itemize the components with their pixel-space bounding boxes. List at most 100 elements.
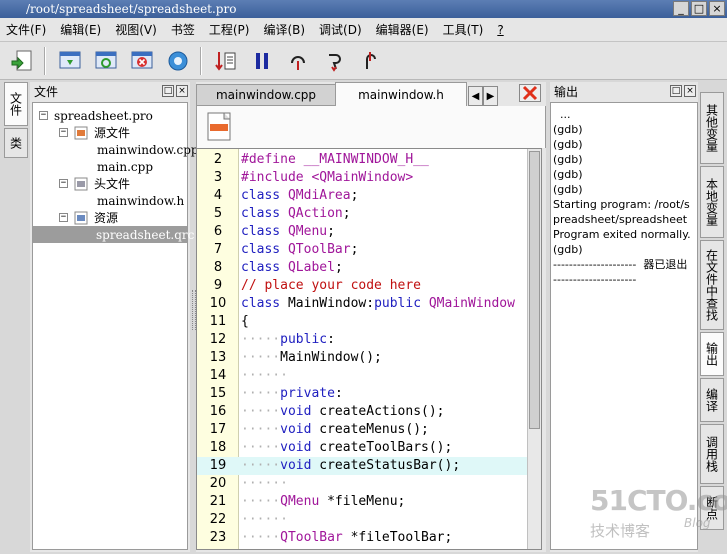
menu-file[interactable]: 文件(F) [6, 21, 46, 38]
reload-button[interactable] [90, 46, 122, 76]
maximize-button[interactable]: □ [691, 1, 707, 16]
collapse-toggle[interactable]: − [39, 111, 48, 120]
collapse-toggle[interactable]: − [59, 213, 68, 222]
code-line[interactable]: 19 ·····void createStatusBar(); [197, 457, 527, 475]
code-line[interactable]: 23 ·····QToolBar *fileToolBar; [197, 529, 527, 547]
code-line[interactable]: 10 class MainWindow:public QMainWindow [197, 295, 527, 313]
code-line[interactable]: 7 class QToolBar; [197, 241, 527, 259]
new-project-button[interactable] [6, 46, 38, 76]
float-panel-button[interactable]: □ [162, 85, 174, 97]
code-line[interactable]: 14 ······ [197, 367, 527, 385]
tab-classes[interactable]: 类 [4, 128, 28, 158]
configure-button[interactable] [162, 46, 194, 76]
code-line[interactable]: 20 ······ [197, 475, 527, 493]
code-token: QMenu [287, 224, 328, 239]
close-project-button[interactable] [126, 46, 158, 76]
menu-debug[interactable]: 调试(D) [319, 21, 362, 38]
tree-item-label: 源文件 [94, 126, 131, 140]
code-line[interactable]: 5 class QAction; [197, 205, 527, 223]
code-line[interactable]: 4 class QMdiArea; [197, 187, 527, 205]
menu-tools[interactable]: 工具(T) [443, 21, 484, 38]
menu-project[interactable]: 工程(P) [209, 21, 250, 38]
output-text[interactable]: ... (gdb) (gdb) (gdb) (gdb) (gdb) Starti… [550, 102, 698, 550]
close-panel-button[interactable]: × [684, 85, 696, 97]
code-line[interactable]: 13 ·····MainWindow(); [197, 349, 527, 367]
tab-scroll-left-button[interactable]: ◀ [468, 86, 483, 106]
code-text: ······ [239, 511, 288, 529]
float-panel-button[interactable]: □ [670, 85, 682, 97]
code-line[interactable]: 21 ·····QMenu *fileMenu; [197, 493, 527, 511]
close-panel-button[interactable]: × [176, 85, 188, 97]
code-line[interactable]: 18 ·····void createToolBars(); [197, 439, 527, 457]
tab-output[interactable]: 输出 [700, 332, 724, 376]
code-line[interactable]: 6 class QMenu; [197, 223, 527, 241]
code-token: QToolBar [280, 530, 343, 545]
menu-bookmarks[interactable]: 书签 [171, 21, 195, 38]
tab-files[interactable]: 文件 [4, 82, 28, 126]
code-line[interactable]: 22 ······ [197, 511, 527, 529]
tab-mainwindow-cpp[interactable]: mainwindow.cpp [196, 84, 336, 106]
watermark-blog: Blog [684, 516, 711, 530]
code-line[interactable]: 3 #include <QMainWindow> [197, 169, 527, 187]
tab-call-stack[interactable]: 调用栈 [700, 424, 724, 484]
title-bar: /root/spreadsheet/spreadsheet.pro _ □ × [0, 0, 727, 18]
code-line[interactable]: 15 ·····private: [197, 385, 527, 403]
collapse-toggle[interactable]: − [59, 179, 68, 188]
code-line[interactable]: 8 class QLabel; [197, 259, 527, 277]
step-out-button[interactable] [354, 46, 386, 76]
code-line[interactable]: 17 ·····void createMenus(); [197, 421, 527, 439]
menu-view[interactable]: 视图(V) [115, 21, 157, 38]
step-over-button[interactable] [282, 46, 314, 76]
code-token: { [241, 314, 249, 329]
line-number: 9 [213, 278, 223, 293]
code-line[interactable]: 11 { [197, 313, 527, 331]
line-number: 5 [213, 206, 223, 221]
tree-item-file[interactable]: mainwindow.h [97, 192, 184, 209]
tab-find-in-files[interactable]: 在文件中查找 [700, 240, 724, 330]
tab-mainwindow-h[interactable]: mainwindow.h [335, 82, 467, 106]
tab-scroll-right-button[interactable]: ▶ [483, 86, 498, 106]
line-number: 10 [209, 296, 227, 311]
tree-item-file[interactable]: mainwindow.cpp [97, 141, 199, 158]
code-token: ····· [241, 458, 281, 473]
step-into-button[interactable] [318, 46, 350, 76]
code-line[interactable]: 16 ·····void createActions(); [197, 403, 527, 421]
reload-icon [95, 51, 117, 68]
menu-editor[interactable]: 编辑器(E) [376, 21, 429, 38]
pause-button[interactable] [246, 46, 278, 76]
collapse-toggle[interactable]: − [59, 128, 68, 137]
code-token: #define __MAINWINDOW_H__ [241, 152, 429, 167]
line-number: 3 [213, 170, 223, 185]
code-token: MainWindow(); [280, 350, 382, 365]
menu-build[interactable]: 编译(B) [263, 21, 305, 38]
tab-build[interactable]: 编译 [700, 378, 724, 422]
close-window-button[interactable]: × [709, 1, 725, 16]
code-editor[interactable]: 2 #define __MAINWINDOW_H__ 3 #include <QMai… [196, 148, 542, 550]
tree-item-sources[interactable]: − 源文件 [59, 124, 130, 141]
scrollbar-thumb[interactable] [529, 151, 540, 429]
build-button[interactable] [210, 46, 242, 76]
tree-item-file[interactable]: main.cpp [97, 158, 153, 175]
code-line[interactable]: 2 #define __MAINWINDOW_H__ [197, 151, 527, 169]
code-line[interactable]: 12 ·····public: [197, 331, 527, 349]
open-file-button[interactable] [54, 46, 86, 76]
minimize-button[interactable]: _ [673, 1, 689, 16]
menu-edit[interactable]: 编辑(E) [60, 21, 101, 38]
menu-help[interactable]: ? [497, 23, 503, 37]
code-text: ·····void createToolBars(); [239, 439, 452, 457]
editor-scrollbar[interactable] [527, 149, 541, 549]
tree-item-project[interactable]: − spreadsheet.pro [39, 107, 153, 124]
close-tab-button[interactable] [514, 82, 546, 104]
tab-other-variables[interactable]: 其他变量 [700, 92, 724, 164]
line-number: 7 [213, 242, 223, 257]
tree-item-headers[interactable]: − 头文件 [59, 175, 130, 192]
step-into-icon [329, 53, 341, 72]
code-token: ····· [241, 332, 281, 347]
tab-local-variables[interactable]: 本地变量 [700, 166, 724, 238]
code-line[interactable]: 9 // place your code here [197, 277, 527, 295]
tree-item-file-selected[interactable]: spreadsheet.qrc [33, 226, 194, 243]
code-token: ······ [241, 476, 288, 491]
output-line: (gdb) [553, 183, 583, 196]
tree-item-resources[interactable]: − 资源 [59, 209, 118, 226]
